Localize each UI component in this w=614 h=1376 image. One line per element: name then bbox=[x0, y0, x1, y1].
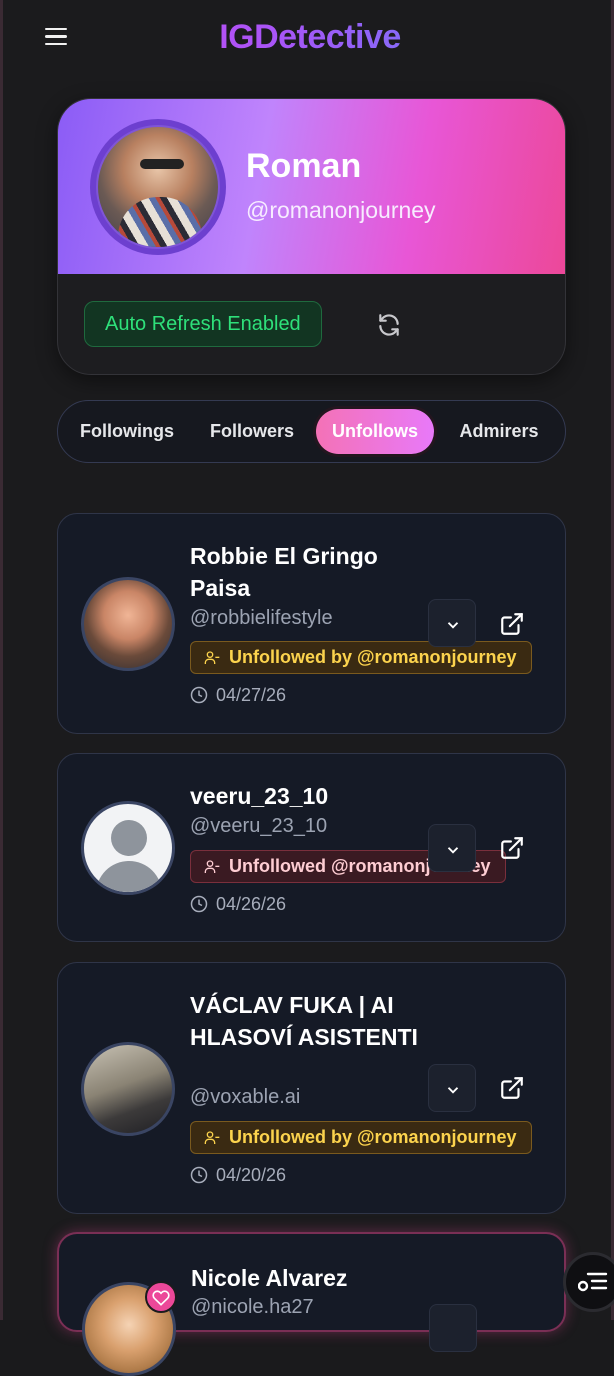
external-link-icon[interactable] bbox=[499, 1075, 525, 1101]
user-card: Robbie El Gringo Paisa @robbielifestyle … bbox=[57, 513, 566, 734]
event-date: 04/20/26 bbox=[190, 1165, 286, 1186]
event-date-label: 04/20/26 bbox=[216, 1165, 287, 1185]
expand-button[interactable] bbox=[429, 1304, 477, 1352]
status-badge-label: Unfollowed by @romanonjourney bbox=[229, 1127, 517, 1147]
profile-banner: Roman @romanonjourney bbox=[58, 99, 565, 274]
external-link-icon[interactable] bbox=[499, 611, 525, 637]
user-name: Nicole Alvarez bbox=[191, 1265, 348, 1291]
event-date-label: 04/26/26 bbox=[216, 894, 287, 914]
auto-refresh-button[interactable]: Auto Refresh Enabled bbox=[84, 301, 322, 347]
user-name: veeru_23_10 bbox=[190, 783, 329, 809]
clock-icon bbox=[190, 686, 208, 704]
clock-icon bbox=[190, 1166, 208, 1184]
profile-name: Roman bbox=[246, 147, 362, 185]
profile-actions: Auto Refresh Enabled bbox=[58, 274, 565, 374]
tab-admirers[interactable]: Admirers bbox=[446, 409, 552, 454]
filter-menu-button[interactable] bbox=[563, 1252, 614, 1312]
person-icon bbox=[204, 651, 220, 664]
refresh-icon[interactable] bbox=[376, 312, 402, 338]
user-name: Robbie El Gringo Paisa bbox=[190, 543, 378, 601]
external-link-icon[interactable] bbox=[499, 835, 525, 861]
chevron-down-icon bbox=[447, 1087, 459, 1094]
profile-avatar bbox=[90, 119, 226, 255]
chevron-down-icon bbox=[447, 847, 459, 854]
app-frame: IGDetective Roman @romanonjourney Auto R… bbox=[0, 0, 614, 1376]
user-handle: @veeru_23_10 bbox=[190, 815, 328, 837]
heart-icon bbox=[145, 1281, 177, 1313]
chevron-down-icon bbox=[447, 622, 459, 629]
header: IGDetective bbox=[3, 0, 614, 80]
expand-button[interactable] bbox=[428, 824, 476, 872]
tab-followings[interactable]: Followings bbox=[70, 409, 184, 454]
expand-button[interactable] bbox=[428, 1064, 476, 1112]
status-badge-label: Unfollowed by @romanonjourney bbox=[229, 647, 517, 667]
tab-followers[interactable]: Followers bbox=[198, 409, 306, 454]
user-avatar[interactable] bbox=[81, 1042, 175, 1136]
user-handle: @robbielifestyle bbox=[190, 607, 333, 629]
person-icon bbox=[204, 1131, 220, 1144]
user-handle: @nicole.ha27 bbox=[191, 1296, 314, 1318]
user-card: VÁCLAV FUKA | AI HLASOVÍ ASISTENTI @voxa… bbox=[57, 962, 566, 1214]
user-card: veeru_23_10 @veeru_23_10 Unfollowed @rom… bbox=[57, 753, 566, 942]
tab-bar: Followings Followers Unfollows Admirers bbox=[57, 400, 566, 463]
tab-unfollows[interactable]: Unfollows bbox=[316, 409, 434, 454]
filter-list-icon bbox=[578, 1272, 608, 1292]
user-avatar[interactable] bbox=[81, 801, 175, 895]
event-date: 04/27/26 bbox=[190, 685, 286, 706]
profile-handle: @romanonjourney bbox=[246, 197, 436, 223]
user-handle: @voxable.ai bbox=[190, 1086, 301, 1108]
person-icon bbox=[204, 860, 220, 873]
event-date: 04/26/26 bbox=[190, 894, 286, 915]
status-badge: Unfollowed by @romanonjourney bbox=[190, 641, 532, 674]
expand-button[interactable] bbox=[428, 599, 476, 647]
brand-title: IGDetective bbox=[3, 18, 614, 57]
clock-icon bbox=[190, 895, 208, 913]
profile-card: Roman @romanonjourney Auto Refresh Enabl… bbox=[57, 98, 566, 375]
user-card: Nicole Alvarez @nicole.ha27 bbox=[57, 1232, 566, 1376]
event-date-label: 04/27/26 bbox=[216, 685, 287, 705]
status-badge: Unfollowed by @romanonjourney bbox=[190, 1121, 532, 1154]
user-avatar[interactable] bbox=[81, 577, 175, 671]
user-name: VÁCLAV FUKA | AI HLASOVÍ ASISTENTI bbox=[190, 992, 418, 1050]
